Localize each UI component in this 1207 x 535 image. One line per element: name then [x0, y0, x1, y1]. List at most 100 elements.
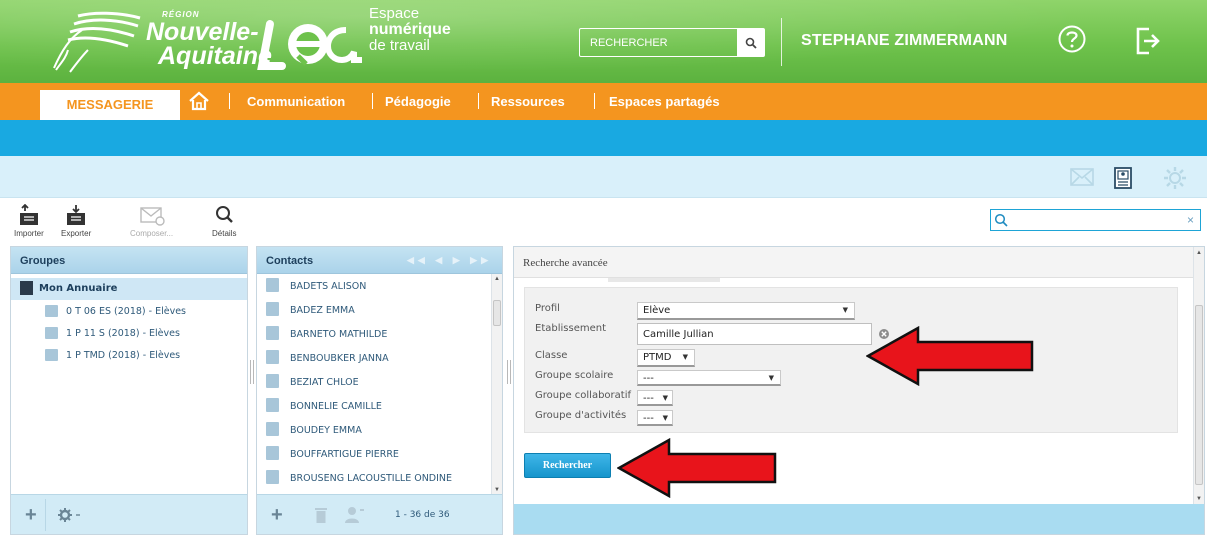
user-icon [266, 470, 279, 484]
user-icon [266, 422, 279, 436]
mail-icon[interactable] [1069, 166, 1095, 188]
compose-label: Composer... [130, 229, 174, 238]
header-search[interactable]: RECHERCHER [579, 28, 765, 57]
header-separator [781, 18, 782, 66]
logout-icon[interactable] [1135, 26, 1161, 56]
scroll-down-icon[interactable]: ▼ [1196, 496, 1202, 502]
trash-icon[interactable] [314, 506, 328, 524]
advanced-search-title: Recherche avancée [514, 247, 1204, 278]
groupe-activites-select[interactable]: --- ▼ [637, 410, 673, 426]
groupe-scolaire-label: Groupe scolaire [535, 370, 614, 381]
contact-filter-input[interactable] [1011, 212, 1181, 228]
pager-nav-icons[interactable]: ◀◀ ◀ ▶ ▶▶ [407, 255, 492, 266]
pager-info: 1 - 36 de 36 [395, 510, 450, 520]
group-item[interactable]: 1 P TMD (2018) - Elèves [11, 344, 247, 366]
list-item[interactable]: BOUFFARTIGUE PIERRE [257, 442, 502, 466]
settings-menu-icon[interactable] [57, 507, 83, 523]
contacts-scrollbar[interactable]: ▲ ▼ [491, 274, 502, 495]
groupe-collaboratif-select[interactable]: --- ▼ [637, 390, 673, 406]
list-item[interactable]: BENBOUBKER JANNA [257, 346, 502, 370]
etablissement-label: Etablissement [535, 323, 606, 334]
add-contact-icon[interactable]: + [271, 504, 283, 527]
nav-separator [478, 93, 479, 109]
nav-item-communication[interactable]: Communication [247, 94, 345, 109]
header-search-button[interactable] [737, 29, 764, 56]
module-toolbar [0, 156, 1207, 198]
home-icon[interactable] [188, 91, 210, 111]
search-panel-scrollbar[interactable]: ▲ ▼ [1193, 247, 1204, 505]
groupe-collaboratif-label: Groupe collaboratif [535, 390, 632, 401]
contact-name: BONNELIE CAMILLE [290, 401, 382, 412]
details-button[interactable]: Détails [212, 204, 236, 238]
espace-line2: numérique [369, 21, 451, 38]
nav-item-espaces-partages[interactable]: Espaces partagés [609, 94, 720, 109]
profil-value: Elève [643, 305, 671, 316]
export-label: Exporter [61, 229, 92, 238]
address-book-icon[interactable] [1112, 166, 1134, 190]
search-scroll-thumb[interactable] [1195, 305, 1203, 485]
search-icon [745, 37, 757, 49]
espace-numerique-label: Espace numérique de travail [369, 6, 451, 54]
group-item-label: 1 P 11 S (2018) - Elèves [66, 328, 180, 339]
search-panel-footer [514, 504, 1204, 534]
contact-filter[interactable]: × [990, 209, 1201, 231]
list-item[interactable]: BADEZ EMMA [257, 298, 502, 322]
list-item[interactable]: BEZIAT CHLOE [257, 370, 502, 394]
contact-name: BARNETO MATHILDE [290, 329, 388, 340]
contacts-splitter[interactable] [507, 360, 511, 384]
group-item-label: 1 P TMD (2018) - Elèves [66, 350, 181, 361]
groups-splitter[interactable] [250, 360, 254, 384]
classe-value: PTMD [643, 352, 672, 363]
title-underline [608, 278, 720, 282]
add-group-icon[interactable]: + [25, 504, 37, 527]
contacts-scroll-thumb[interactable] [493, 300, 501, 326]
help-icon[interactable] [1057, 24, 1087, 54]
group-item[interactable]: 1 P 11 S (2018) - Elèves [11, 322, 247, 344]
list-item[interactable]: BROUSENG LACOUSTILLE ONDINE [257, 466, 502, 490]
list-item[interactable]: BOUDEY EMMA [257, 418, 502, 442]
user-name[interactable]: STEPHANE ZIMMERMANN [801, 32, 1007, 50]
list-item[interactable]: BARNETO MATHILDE [257, 322, 502, 346]
main-nav: MESSAGERIE Communication Pédagogie Resso… [0, 83, 1207, 120]
classe-label: Classe [535, 350, 568, 361]
profil-label: Profil [535, 303, 560, 314]
group-icon [45, 349, 58, 361]
user-icon [266, 374, 279, 388]
scroll-up-icon[interactable]: ▲ [1196, 250, 1202, 256]
groupe-collaboratif-value: --- [643, 393, 654, 404]
group-item-label: 0 T 06 ES (2018) - Elèves [66, 306, 187, 317]
user-icon [266, 398, 279, 412]
import-button[interactable]: Importer [14, 203, 44, 238]
header-search-input[interactable]: RECHERCHER [580, 29, 737, 56]
tab-messagerie[interactable]: MESSAGERIE [40, 90, 180, 120]
clear-filter-icon[interactable]: × [1187, 213, 1194, 227]
user-icon [266, 302, 279, 316]
contacts-panel-footer: + 1 - 36 de 36 [257, 494, 502, 534]
list-item[interactable]: BADETS ALISON [257, 274, 502, 298]
nav-separator [229, 93, 230, 109]
red-arrow-annotation [617, 438, 777, 498]
gear-icon[interactable] [1163, 166, 1187, 190]
scroll-down-icon[interactable]: ▼ [494, 487, 500, 493]
group-item[interactable]: 0 T 06 ES (2018) - Elèves [11, 300, 247, 322]
list-item[interactable]: BONNELIE CAMILLE [257, 394, 502, 418]
rechercher-button[interactable]: Rechercher [524, 453, 611, 478]
groupe-scolaire-value: --- [643, 373, 654, 384]
nav-item-pedagogie[interactable]: Pédagogie [385, 94, 451, 109]
profil-select[interactable]: Elève ▼ [637, 302, 855, 320]
groups-root-item[interactable]: Mon Annuaire [11, 278, 247, 300]
classe-select[interactable]: PTMD ▼ [637, 349, 695, 367]
export-icon [67, 205, 86, 225]
region-logo[interactable]: RÉGION Nouvelle- Aquitaine [48, 10, 272, 74]
chevron-down-icon: ▼ [662, 414, 668, 422]
groupe-scolaire-select[interactable]: --- ▼ [637, 370, 781, 386]
export-button[interactable]: Exporter [61, 204, 91, 238]
contacts-list: BADETS ALISON BADEZ EMMA BARNETO MATHILD… [257, 274, 502, 495]
etablissement-input[interactable]: Camille Jullian [637, 323, 872, 345]
contact-name: BOUFFARTIGUE PIERRE [290, 449, 399, 460]
nav-item-ressources[interactable]: Ressources [491, 94, 565, 109]
remove-user-icon[interactable] [345, 506, 365, 524]
lea-logo-icon[interactable] [256, 16, 366, 76]
scroll-up-icon[interactable]: ▲ [494, 276, 500, 282]
compose-button[interactable]: Composer... [130, 204, 173, 238]
